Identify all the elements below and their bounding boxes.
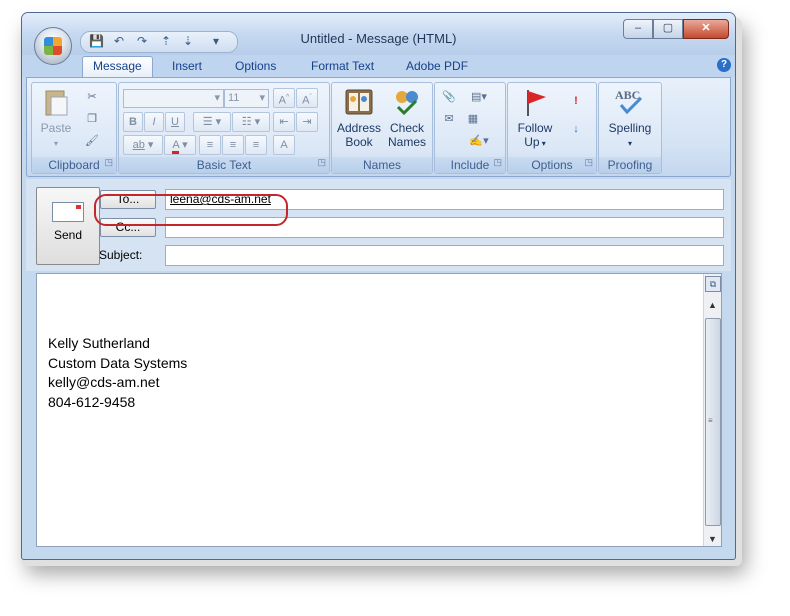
shrink-font-button[interactable]: Aˇ: [296, 88, 318, 108]
styles-button[interactable]: A: [273, 135, 295, 155]
cut-icon[interactable]: ✂: [84, 89, 100, 105]
italic-button[interactable]: I: [144, 112, 164, 132]
svg-text:ABC: ABC: [615, 88, 640, 102]
check-names-icon: [396, 91, 418, 116]
low-importance-icon[interactable]: ↓: [568, 121, 584, 137]
send-envelope-icon: [52, 202, 84, 222]
ribbon-tabs: Message Insert Options Format Text Adobe…: [22, 55, 735, 80]
names-group-label: Names: [332, 157, 432, 173]
follow-up-flag-icon: [527, 90, 546, 116]
basic-text-group: ▾ 11 ▾ A^ Aˇ B I U ☰ ▾ ☷ ▾ ⇤ ⇥ ab ▾ A ▾ ≡…: [118, 82, 330, 174]
address-book-button[interactable]: Address Book: [336, 87, 382, 149]
title-bar: 💾 ↶ ↷ ⇡ ⇣ ▾ Untitled - Message (HTML) – …: [22, 13, 735, 55]
subject-label: Subject:: [99, 248, 143, 262]
dialog-launcher-icon[interactable]: ◳: [104, 154, 113, 170]
signature-email: kelly@cds-am.net: [48, 374, 160, 390]
calendar-icon[interactable]: ▦: [465, 111, 481, 127]
clipboard-group: Paste ▾ ✂ ❐ 🖌 Clipboard ◳: [31, 82, 117, 174]
include-group: 📎 ▤▾ ✉ ▦ ✍▾ Include ◳: [434, 82, 506, 174]
scroll-grip-icon: ≡: [708, 416, 713, 425]
send-label: Send: [53, 228, 83, 242]
format-painter-icon[interactable]: 🖌: [84, 133, 100, 149]
highlight-oval: [94, 194, 288, 226]
tab-insert[interactable]: Insert: [172, 59, 202, 73]
office-logo-icon: [44, 37, 62, 55]
window-controls: – ▢ ✕: [623, 19, 729, 39]
dialog-launcher-icon[interactable]: ◳: [493, 154, 502, 170]
proofing-group-label: Proofing: [599, 157, 661, 173]
paste-icon: [45, 90, 68, 116]
follow-up-button[interactable]: Follow Up ▾: [512, 87, 558, 151]
highlight-button[interactable]: ab ▾: [123, 135, 163, 155]
view-ruler-icon[interactable]: ⧉: [705, 276, 721, 292]
signature-icon[interactable]: ✍▾: [465, 133, 493, 149]
ribbon: Paste ▾ ✂ ❐ 🖌 Clipboard ◳ ▾ 11 ▾ A^ Aˇ B I …: [26, 77, 731, 177]
copy-icon[interactable]: ❐: [84, 111, 100, 127]
align-left-button[interactable]: ≡: [199, 135, 221, 155]
maximize-button[interactable]: ▢: [653, 19, 683, 39]
scroll-down-arrow-icon[interactable]: ▼: [704, 534, 721, 544]
decrease-indent-button[interactable]: ⇤: [273, 112, 295, 132]
basic-text-group-label: Basic Text ◳: [119, 157, 329, 173]
include-group-label: Include ◳: [435, 157, 505, 173]
signature-name: Kelly Sutherland: [48, 335, 150, 351]
dialog-launcher-icon[interactable]: ◳: [317, 154, 326, 170]
signature-phone: 804-612-9458: [48, 393, 136, 410]
font-name-box[interactable]: ▾: [123, 89, 224, 108]
underline-button[interactable]: U: [165, 112, 185, 132]
clipboard-group-label: Clipboard ◳: [32, 157, 116, 173]
signature-company: Custom Data Systems: [48, 354, 188, 371]
font-color-button[interactable]: A ▾: [164, 135, 196, 155]
align-center-button[interactable]: ≡: [222, 135, 244, 155]
dialog-launcher-icon[interactable]: ◳: [584, 154, 593, 170]
send-button[interactable]: Send: [36, 187, 100, 265]
minimize-button[interactable]: –: [623, 19, 653, 39]
message-window: 💾 ↶ ↷ ⇡ ⇣ ▾ Untitled - Message (HTML) – …: [21, 12, 736, 560]
business-card-icon[interactable]: ▤▾: [465, 89, 493, 105]
signature-block: Kelly Sutherland Custom Data Systems kel…: [48, 334, 187, 412]
address-book-icon: [345, 89, 373, 115]
names-group: Address Book Check Names Names: [331, 82, 433, 174]
message-body[interactable]: Kelly Sutherland Custom Data Systems kel…: [36, 273, 722, 547]
align-right-button[interactable]: ≡: [245, 135, 267, 155]
close-button[interactable]: ✕: [683, 19, 729, 39]
tab-adobe-pdf[interactable]: Adobe PDF: [406, 59, 468, 73]
options-group: Follow Up ▾ ! ↓ Options ◳: [507, 82, 597, 174]
spelling-check-icon: ABC: [615, 88, 643, 115]
spelling-button[interactable]: ABC Spelling ▾: [603, 87, 657, 151]
help-icon[interactable]: ?: [717, 58, 731, 72]
increase-indent-button[interactable]: ⇥: [296, 112, 318, 132]
attach-item-icon[interactable]: ✉: [441, 111, 457, 127]
options-group-label: Options ◳: [508, 157, 596, 173]
subject-field[interactable]: [165, 245, 724, 266]
tab-options[interactable]: Options: [235, 59, 276, 73]
vertical-scrollbar[interactable]: ⧉ ▲ ≡ ▼: [703, 274, 721, 546]
check-names-button[interactable]: Check Names: [384, 87, 430, 149]
grow-font-button[interactable]: A^: [273, 88, 295, 108]
paste-button[interactable]: Paste ▾: [36, 87, 76, 151]
proofing-group: ABC Spelling ▾ Proofing: [598, 82, 662, 174]
scroll-up-arrow-icon[interactable]: ▲: [704, 300, 721, 310]
office-button[interactable]: [34, 27, 72, 65]
attach-file-icon[interactable]: 📎: [441, 89, 457, 105]
bold-button[interactable]: B: [123, 112, 143, 132]
tab-format-text[interactable]: Format Text: [311, 59, 374, 73]
message-header: Send To... leena@cds-am.net Cc... Subjec…: [26, 179, 731, 271]
bullets-button[interactable]: ☰ ▾: [193, 112, 231, 132]
font-size-box[interactable]: 11 ▾: [224, 89, 269, 108]
numbering-button[interactable]: ☷ ▾: [232, 112, 270, 132]
high-importance-icon[interactable]: !: [568, 93, 584, 109]
